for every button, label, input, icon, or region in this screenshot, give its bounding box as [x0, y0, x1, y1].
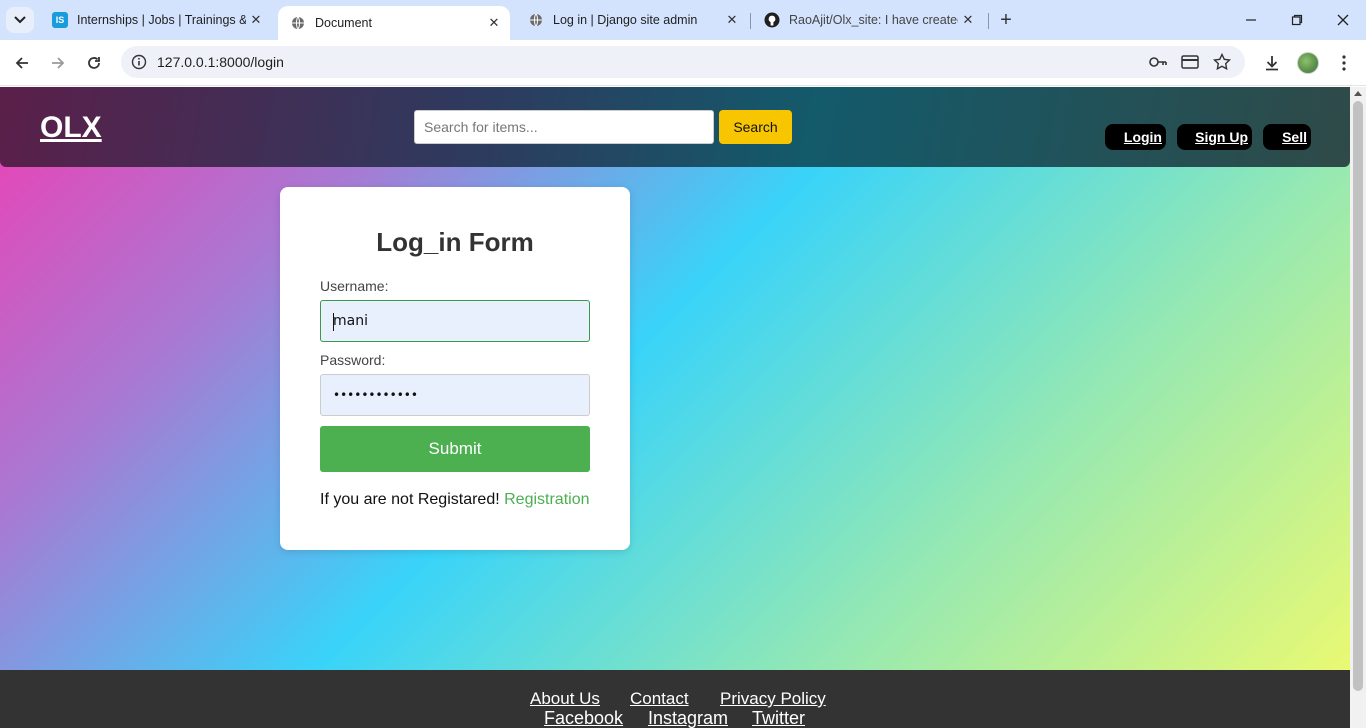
window-close-button[interactable]: [1320, 0, 1366, 40]
search-input[interactable]: Search for items...: [414, 110, 714, 144]
card-icon[interactable]: [1179, 52, 1201, 72]
star-icon[interactable]: [1211, 52, 1233, 72]
avatar: [1297, 52, 1319, 74]
close-icon[interactable]: ✕: [722, 10, 742, 30]
footer-about-link[interactable]: About Us: [530, 689, 600, 709]
internshala-icon: IS: [52, 12, 68, 28]
address-bar[interactable]: 127.0.0.1:8000/login: [121, 46, 1245, 78]
minimize-button[interactable]: [1228, 0, 1274, 40]
new-tab-button[interactable]: +: [994, 8, 1018, 32]
reload-button[interactable]: [80, 49, 108, 77]
page-viewport: OLX Search for items... Search Login Sig…: [0, 87, 1350, 728]
footer-instagram-link[interactable]: Instagram: [648, 708, 728, 728]
restore-button[interactable]: [1274, 0, 1320, 40]
tab-title: Log in | Django site admin: [553, 13, 698, 27]
footer-facebook-link[interactable]: Facebook: [544, 708, 623, 728]
forward-button[interactable]: [44, 49, 72, 77]
globe-icon: [528, 12, 544, 28]
submit-button[interactable]: Submit: [320, 426, 590, 472]
tab-title: Internships | Jobs | Trainings & I: [77, 13, 246, 27]
search-button[interactable]: Search: [719, 110, 792, 144]
scroll-up-arrow-icon[interactable]: [1354, 91, 1362, 96]
minimize-icon: [1246, 19, 1256, 21]
url-text: 127.0.0.1:8000/login: [157, 54, 284, 70]
username-label: Username:: [320, 278, 389, 294]
globe-icon: [290, 15, 306, 31]
text-caret: [333, 313, 334, 331]
tab-title: RaoAjit/Olx_site: I have created: [789, 13, 958, 27]
signup-link[interactable]: Sign Up: [1177, 124, 1252, 150]
tab-internshala[interactable]: IS Internships | Jobs | Trainings & I ✕: [40, 0, 272, 40]
login-link[interactable]: Login: [1105, 124, 1166, 150]
close-icon[interactable]: ✕: [246, 10, 266, 30]
password-key-icon[interactable]: [1147, 52, 1169, 72]
registration-link[interactable]: Registration: [504, 491, 589, 508]
page-scrollbar[interactable]: [1350, 87, 1366, 728]
tab-separator: [988, 13, 989, 29]
tab-title: Document: [315, 16, 372, 30]
sell-link[interactable]: Sell: [1263, 124, 1311, 150]
downloads-button[interactable]: [1258, 49, 1286, 77]
chevron-down-icon: [14, 16, 26, 24]
tab-search-button[interactable]: [6, 7, 34, 33]
tab-django-admin[interactable]: Log in | Django site admin ✕: [516, 0, 748, 40]
registration-prompt: If you are not Registared! Registration: [320, 491, 589, 509]
profile-button[interactable]: [1294, 49, 1322, 77]
site-footer: About Us Contact Privacy Policy Facebook…: [0, 670, 1350, 728]
menu-button[interactable]: [1330, 49, 1358, 77]
browser-toolbar: 127.0.0.1:8000/login: [0, 40, 1366, 86]
tab-github[interactable]: RaoAjit/Olx_site: I have created ✕: [752, 0, 984, 40]
arrow-right-icon: [52, 57, 65, 69]
reload-icon: [88, 57, 100, 69]
footer-twitter-link[interactable]: Twitter: [752, 708, 805, 728]
registration-text: If you are not Registared!: [320, 491, 500, 508]
github-icon: [764, 12, 780, 28]
site-info-icon[interactable]: [129, 52, 149, 72]
back-button[interactable]: [8, 49, 36, 77]
site-header: OLX Search for items... Search Login Sig…: [0, 87, 1350, 167]
username-field[interactable]: mani: [320, 300, 590, 342]
close-icon: [1337, 14, 1349, 26]
scrollbar-thumb[interactable]: [1353, 101, 1363, 691]
footer-contact-link[interactable]: Contact: [630, 689, 689, 709]
restore-icon: [1291, 14, 1303, 26]
tab-separator: [750, 13, 751, 29]
browser-tab-bar: IS Internships | Jobs | Trainings & I ✕ …: [0, 0, 1366, 40]
close-icon[interactable]: ✕: [484, 13, 504, 33]
password-label: Password:: [320, 352, 386, 368]
login-form-card: Log_in Form Username: mani Password: •••…: [280, 187, 630, 550]
footer-privacy-link[interactable]: Privacy Policy: [720, 689, 826, 709]
password-value: ••••••••••••: [333, 388, 418, 402]
arrow-left-icon: [15, 57, 28, 69]
password-field[interactable]: ••••••••••••: [320, 374, 590, 416]
download-icon: [1266, 56, 1278, 71]
close-icon[interactable]: ✕: [958, 10, 978, 30]
site-logo[interactable]: OLX: [40, 111, 102, 145]
kebab-menu-icon: [1342, 55, 1346, 71]
tab-document[interactable]: Document ✕: [278, 6, 510, 40]
username-value: mani: [333, 313, 368, 329]
form-title: Log_in Form: [376, 227, 534, 257]
